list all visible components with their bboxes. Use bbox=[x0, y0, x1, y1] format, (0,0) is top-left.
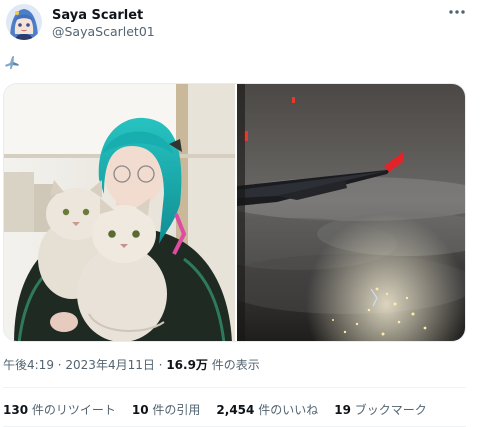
photo-woman-with-cats[interactable] bbox=[4, 84, 235, 341]
quotes-count: 10 bbox=[131, 403, 149, 417]
photo-airplane-wing-night-city[interactable] bbox=[237, 84, 465, 341]
user-handle[interactable]: @SayaScarlet01 bbox=[52, 24, 155, 40]
tweet: Saya Scarlet @SayaScarlet01 午後4:19 · 202… bbox=[0, 0, 480, 427]
bookmarks-count: 19 bbox=[334, 403, 351, 417]
retweets-stat[interactable]: 130 件のリツイート bbox=[3, 402, 116, 418]
meta-separator-2: · bbox=[154, 358, 167, 372]
views-count: 16.9万 bbox=[166, 358, 208, 372]
views-label: 件の表示 bbox=[207, 358, 260, 372]
tweet-time[interactable]: 午後4:19 bbox=[3, 358, 54, 372]
bookmarks-label: ブックマーク bbox=[350, 403, 427, 417]
more-options-button[interactable] bbox=[448, 6, 466, 20]
quotes-label: 件の引用 bbox=[148, 403, 201, 417]
more-dots-icon bbox=[449, 10, 465, 14]
likes-label: 件のいいね bbox=[254, 403, 319, 417]
tweet-meta: 午後4:19 · 2023年4月11日 · 16.9万 件の表示 bbox=[3, 357, 260, 373]
meta-separator: · bbox=[53, 358, 66, 372]
airplane-emoji-icon bbox=[3, 54, 21, 72]
avatar[interactable] bbox=[6, 4, 42, 40]
divider bbox=[3, 387, 466, 388]
retweets-count: 130 bbox=[3, 403, 29, 417]
display-name[interactable]: Saya Scarlet bbox=[52, 8, 143, 24]
airplane-wing-night-image-icon bbox=[237, 84, 465, 341]
retweets-label: 件のリツイート bbox=[28, 403, 116, 417]
engagement-stats: 130 件のリツイート 10 件の引用 2,454 件のいいね 19 ブックマー… bbox=[3, 402, 427, 418]
likes-stat[interactable]: 2,454 件のいいね bbox=[216, 402, 318, 418]
woman-with-cats-image-icon bbox=[4, 84, 235, 341]
likes-count: 2,454 bbox=[216, 403, 255, 417]
tweet-date[interactable]: 2023年4月11日 bbox=[65, 358, 154, 372]
quotes-stat[interactable]: 10 件の引用 bbox=[132, 402, 201, 418]
media-grid bbox=[3, 83, 466, 342]
bookmarks-stat[interactable]: 19 ブックマーク bbox=[334, 402, 427, 418]
avatar-image-icon bbox=[6, 4, 42, 40]
